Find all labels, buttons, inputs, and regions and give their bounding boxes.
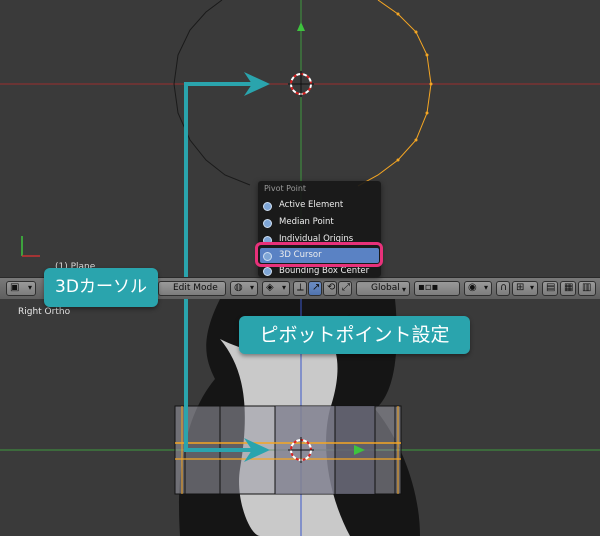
mode-select[interactable]: Edit Mode: [158, 281, 226, 296]
active-element-icon: [263, 202, 272, 211]
pivot-menu-title: Pivot Point: [264, 184, 307, 193]
translate-manipulator-button[interactable]: ↗: [308, 281, 322, 296]
vertex-edge-face-icon: ▪▫▪: [418, 282, 439, 293]
gizmo-up-arrow: [297, 22, 305, 31]
selection-highlight-frame: [255, 242, 383, 267]
menu-item-active-element[interactable]: Active Element: [260, 198, 379, 213]
pivot-callout: ピボットポイント設定: [239, 316, 470, 354]
manipulator-toggle[interactable]: ⟂: [293, 281, 307, 296]
grid-icon: ⊞: [516, 282, 525, 293]
camera-icon: ▤: [546, 282, 556, 293]
axis-widget-icon: [21, 236, 40, 257]
median-point-icon: [263, 219, 272, 228]
cube-icon: ▣: [10, 282, 20, 293]
sphere-icon: ◍: [234, 282, 243, 293]
scale-manipulator-button[interactable]: ⤢: [338, 281, 352, 296]
snap-element-button[interactable]: ⊞ ▾: [512, 281, 538, 296]
select-mode-buttons[interactable]: ▪▫▪: [414, 281, 460, 296]
render-animation-button[interactable]: ▦: [560, 281, 576, 296]
pivot-icon: ◈: [266, 282, 274, 293]
scale-icon: ⤢: [342, 282, 350, 293]
cursor-callout: 3Dカーソル: [44, 268, 158, 307]
editor-type-button[interactable]: ▣ ▾: [6, 281, 36, 296]
rotate-manipulator-button[interactable]: ⟲: [323, 281, 337, 296]
view-label: Right Ortho: [18, 307, 71, 317]
shading-button[interactable]: ◍ ▾: [230, 281, 258, 296]
3d-cursor-icon: [288, 71, 314, 97]
pivot-point-button[interactable]: ◈ ▾: [262, 281, 290, 296]
proportional-icon: ◉: [468, 282, 477, 293]
circle-mesh-selected: [357, 0, 432, 187]
film-icon: ▦: [564, 282, 574, 293]
opengl-render-button[interactable]: ▤: [542, 281, 558, 296]
mode-label: Edit Mode: [173, 283, 218, 293]
layers-button[interactable]: ▥: [578, 281, 596, 296]
magnet-icon: ∩: [500, 282, 508, 293]
layers-icon: ▥: [582, 282, 592, 293]
bounding-box-icon: [263, 267, 272, 276]
orientation-select[interactable]: Global ▾: [356, 281, 410, 296]
annotation-arrow-top: [184, 82, 262, 277]
menu-item-median-point[interactable]: Median Point: [260, 215, 379, 230]
proportional-edit-button[interactable]: ◉ ▾: [464, 281, 492, 296]
snap-toggle[interactable]: ∩: [496, 281, 510, 296]
rotate-icon: ⟲: [327, 282, 336, 293]
axes-icon: ⟂: [297, 282, 304, 293]
arrow-icon: ↗: [312, 282, 321, 293]
orientation-label: Global: [371, 283, 400, 293]
blender-screenshot: (1) Plane ▣ ▾ Edit Mode ◍ ▾ ◈ ▾ ⟂ ↗ ⟲ ⤢ Glo…: [0, 0, 600, 536]
